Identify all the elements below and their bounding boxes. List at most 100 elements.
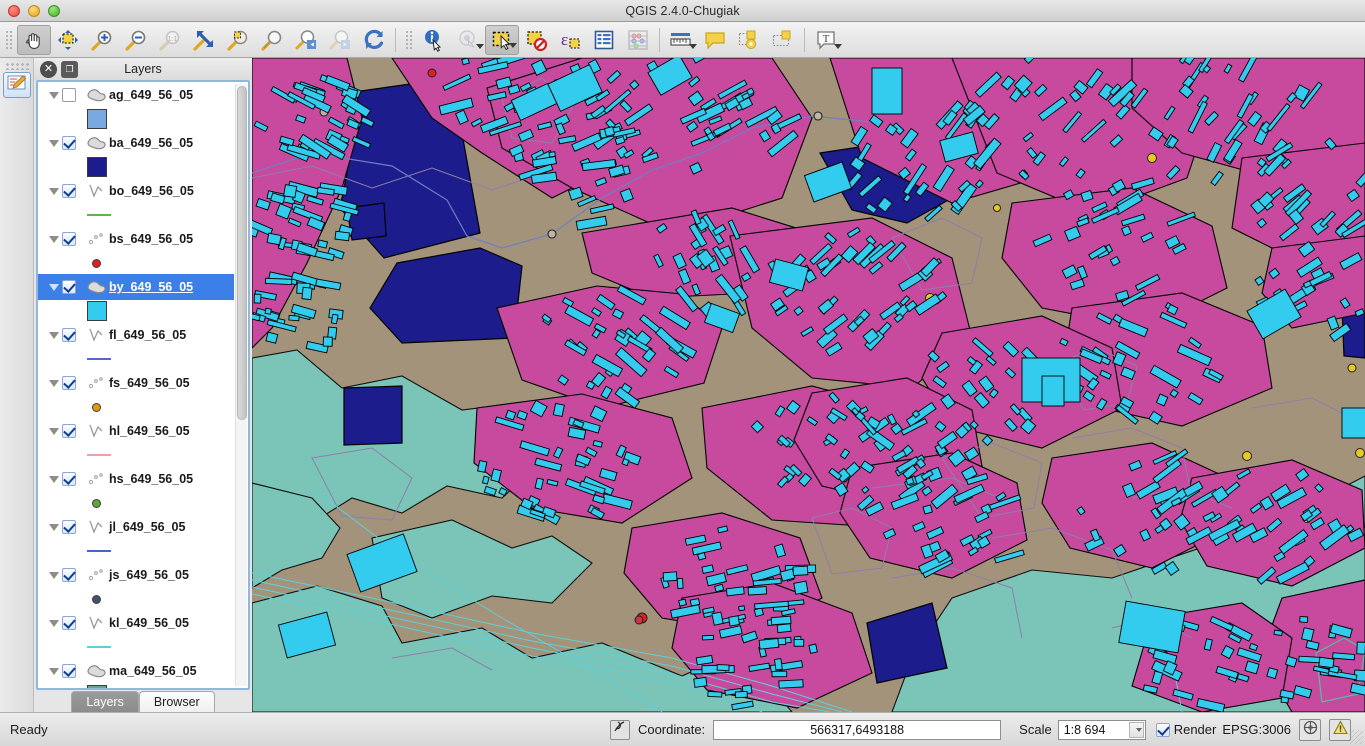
layer-name-label: by_649_56_05 [109, 280, 194, 294]
map-render [252, 58, 1365, 712]
zoom-native-tool[interactable]: 1:1 [153, 25, 187, 55]
map-canvas[interactable] [252, 58, 1365, 712]
layer-row-bo_649_56_05[interactable]: bo_649_56_05 [38, 178, 234, 204]
select-features-tool[interactable] [485, 24, 519, 55]
chevron-down-icon[interactable] [834, 43, 842, 49]
zoom-out-tool[interactable] [119, 25, 153, 55]
layer-visibility-checkbox-ma_649_56_05[interactable] [62, 664, 76, 678]
window-resize-grip[interactable] [1349, 730, 1363, 744]
scale-dropdown-button[interactable] [1128, 721, 1144, 738]
layer-visibility-checkbox-hs_649_56_05[interactable] [62, 472, 76, 486]
zoom-next-tool[interactable] [323, 25, 357, 55]
layer-visibility-checkbox-bo_649_56_05[interactable] [62, 184, 76, 198]
left-dock-grip[interactable] [4, 62, 29, 70]
layers-scrollbar-thumb[interactable] [237, 86, 247, 420]
layer-symbol-ma_649_56_05 [38, 684, 234, 688]
chevron-down-icon[interactable] [689, 43, 697, 49]
layer-name-label: ma_649_56_05 [109, 664, 197, 678]
refresh-icon [362, 28, 386, 52]
measure-tool[interactable] [664, 25, 698, 55]
layer-row-hl_649_56_05[interactable]: hl_649_56_05 [38, 418, 234, 444]
layer-expander-ba_649_56_05[interactable] [46, 139, 62, 147]
layers-tree[interactable]: ag_649_56_05 ba_649_56_05 bo_649_56_05 bs_6… [38, 82, 234, 688]
layer-row-js_649_56_05[interactable]: js_649_56_05 [38, 562, 234, 588]
text-annotation-tool[interactable]: T [809, 25, 843, 55]
zoom-in-tool[interactable] [85, 25, 119, 55]
render-checkbox[interactable] [1155, 722, 1170, 737]
zoom-last-tool[interactable] [289, 25, 323, 55]
layer-row-fl_649_56_05[interactable]: fl_649_56_05 [38, 322, 234, 348]
layer-row-by_649_56_05[interactable]: by_649_56_05 [38, 274, 234, 300]
layer-expander-fl_649_56_05[interactable] [46, 331, 62, 339]
zoom-full-tool[interactable] [187, 25, 221, 55]
layer-visibility-checkbox-ag_649_56_05[interactable] [62, 88, 76, 102]
layer-expander-bs_649_56_05[interactable] [46, 235, 62, 243]
layer-visibility-checkbox-ba_649_56_05[interactable] [62, 136, 76, 150]
statistics-tool[interactable] [621, 25, 655, 55]
close-window-button[interactable] [8, 4, 20, 17]
layer-visibility-checkbox-hl_649_56_05[interactable] [62, 424, 76, 438]
messages-log-button[interactable] [1329, 718, 1351, 741]
layer-visibility-checkbox-fs_649_56_05[interactable] [62, 376, 76, 390]
deselect-features-tool[interactable] [519, 25, 553, 55]
zoom-to-selection-tool[interactable] [221, 25, 255, 55]
layers-tree-container: ag_649_56_05 ba_649_56_05 bo_649_56_05 bs_6… [36, 80, 250, 690]
layer-expander-ag_649_56_05[interactable] [46, 91, 62, 99]
zoom-to-layer-tool[interactable] [255, 25, 289, 55]
zoom-window-button[interactable] [48, 4, 60, 17]
toolbar-grip-2[interactable] [404, 28, 414, 51]
scale-combobox[interactable]: 1:8 694 [1057, 719, 1146, 740]
layer-row-kl_649_56_05[interactable]: kl_649_56_05 [38, 610, 234, 636]
field-calculator-tool[interactable]: ε [553, 25, 587, 55]
layer-expander-hs_649_56_05[interactable] [46, 475, 62, 483]
pan-to-selection-tool[interactable] [51, 25, 85, 55]
toggle-editing-button[interactable] [2, 72, 31, 98]
chevron-down-icon[interactable] [509, 42, 517, 48]
open-attribute-table-tool[interactable] [587, 25, 621, 55]
layer-row-fs_649_56_05[interactable]: fs_649_56_05 [38, 370, 234, 396]
svg-text:T: T [823, 33, 830, 45]
chevron-down-icon[interactable] [476, 43, 484, 49]
layer-row-jl_649_56_05[interactable]: jl_649_56_05 [38, 514, 234, 540]
refresh-tool[interactable] [357, 25, 391, 55]
layer-visibility-checkbox-jl_649_56_05[interactable] [62, 520, 76, 534]
window-title: QGIS 2.4.0-Chugiak [625, 3, 740, 18]
layer-visibility-checkbox-fl_649_56_05[interactable] [62, 328, 76, 342]
layer-expander-kl_649_56_05[interactable] [46, 619, 62, 627]
tab-layers[interactable]: Layers [71, 691, 139, 712]
layer-expander-jl_649_56_05[interactable] [46, 523, 62, 531]
chevron-down-icon [49, 427, 59, 435]
layer-expander-ma_649_56_05[interactable] [46, 667, 62, 675]
map-tips-tool[interactable] [451, 25, 485, 55]
layer-row-bs_649_56_05[interactable]: bs_649_56_05 [38, 226, 234, 252]
toolbar-grip[interactable] [4, 28, 14, 51]
map-annotation-tool[interactable] [698, 25, 732, 55]
layer-symbol-fl_649_56_05 [38, 348, 234, 370]
layer-visibility-checkbox-kl_649_56_05[interactable] [62, 616, 76, 630]
layer-expander-bo_649_56_05[interactable] [46, 187, 62, 195]
layer-expander-fs_649_56_05[interactable] [46, 379, 62, 387]
layer-row-ba_649_56_05[interactable]: ba_649_56_05 [38, 130, 234, 156]
layer-row-hs_649_56_05[interactable]: hs_649_56_05 [38, 466, 234, 492]
float-panel-button[interactable]: ❐ [61, 60, 78, 78]
layer-visibility-checkbox-js_649_56_05[interactable] [62, 568, 76, 582]
tab-browser[interactable]: Browser [138, 691, 215, 712]
coordinate-toggle-button[interactable] [609, 719, 630, 740]
layer-expander-js_649_56_05[interactable] [46, 571, 62, 579]
layer-visibility-checkbox-by_649_56_05[interactable] [62, 280, 76, 294]
identify-features-tool[interactable] [417, 25, 451, 55]
layer-row-ag_649_56_05[interactable]: ag_649_56_05 [38, 82, 234, 108]
layer-expander-by_649_56_05[interactable] [46, 283, 62, 291]
coordinate-input[interactable]: 566317,6493188 [713, 719, 1002, 740]
layer-visibility-checkbox-bs_649_56_05[interactable] [62, 232, 76, 246]
layers-scrollbar[interactable] [235, 84, 247, 686]
show-bookmarks-tool[interactable] [766, 25, 800, 55]
new-bookmark-tool[interactable] [732, 25, 766, 55]
layer-expander-hl_649_56_05[interactable] [46, 427, 62, 435]
close-panel-button[interactable]: ✕ [40, 60, 57, 78]
pan-map-tool[interactable] [17, 24, 51, 55]
layer-row-ma_649_56_05[interactable]: ma_649_56_05 [38, 658, 234, 684]
identify-icon [422, 28, 446, 52]
minimize-window-button[interactable] [28, 4, 40, 17]
crs-status-button[interactable] [1299, 718, 1321, 741]
